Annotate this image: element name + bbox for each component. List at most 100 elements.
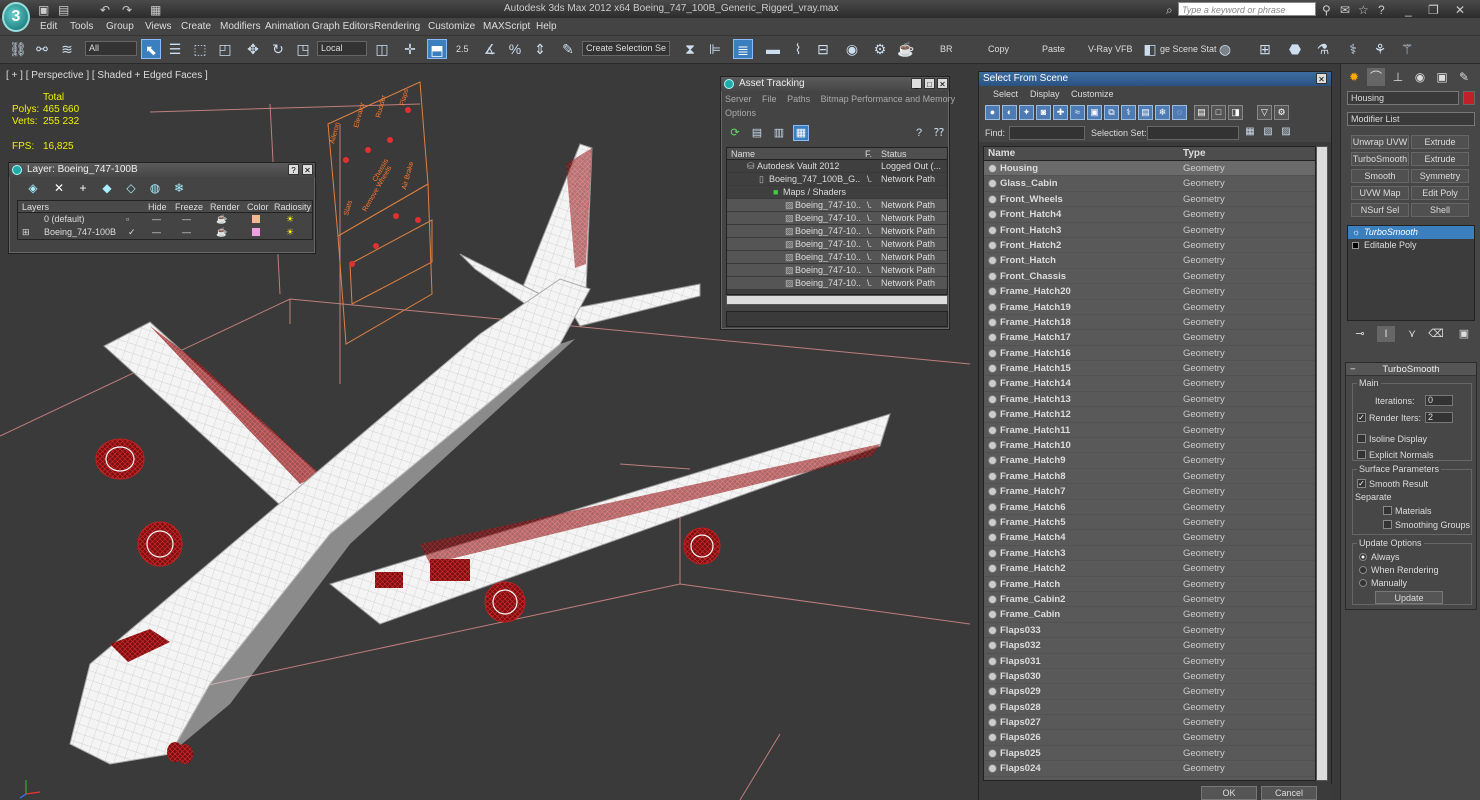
col-type[interactable]: Type	[1183, 148, 1206, 159]
asset-row[interactable]: ▨ Boeing_747-10... \. Network Path	[727, 251, 947, 264]
layer-hide-icon[interactable]: —	[152, 214, 161, 224]
minimize-button[interactable]: _	[911, 78, 922, 89]
object-row[interactable]: Flaps024 Geometry	[984, 761, 1315, 777]
select-from-scene-title-bar[interactable]: Select From Scene ✕	[979, 72, 1331, 86]
render-iters-spinner[interactable]: 2	[1425, 412, 1453, 423]
object-name-input[interactable]: Housing	[1347, 91, 1459, 105]
close-icon[interactable]: ✕	[1455, 1, 1465, 19]
layer-hide-icon[interactable]: —	[152, 227, 161, 237]
communication-icon[interactable]: ✉	[1340, 1, 1350, 19]
nsurf-sel-button[interactable]: NSurf Sel	[1351, 203, 1409, 217]
scale-icon[interactable]: ◳	[293, 39, 313, 59]
menu-tools[interactable]: Tools	[70, 21, 93, 32]
object-row[interactable]: Front_Wheels Geometry	[984, 192, 1315, 208]
col-render[interactable]: Render	[210, 202, 240, 212]
col-freeze[interactable]: Freeze	[175, 202, 203, 212]
delete-layer-icon[interactable]: ✕	[51, 181, 67, 195]
scene-states-icon[interactable]: ◧	[1140, 39, 1160, 59]
pin-stack-icon[interactable]: ⊸	[1351, 326, 1369, 342]
col-color[interactable]: Color	[247, 202, 269, 212]
object-row[interactable]: Flaps031 Geometry	[984, 654, 1315, 669]
hide-all-icon[interactable]: ◍	[147, 181, 163, 195]
table-view-icon[interactable]: ▦	[793, 125, 809, 141]
refresh-icon[interactable]: ⟳	[727, 125, 743, 141]
star-icon[interactable]: ☆	[1358, 1, 1369, 19]
edit-named-selection-icon[interactable]: ✎	[558, 39, 578, 59]
layer-radiosity-icon[interactable]: ☀	[286, 214, 294, 225]
project-folder-icon[interactable]: ▦	[150, 1, 161, 19]
close-button[interactable]: ✕	[1316, 73, 1327, 84]
window-crossing-icon[interactable]: ◰	[215, 39, 235, 59]
motion-tab-icon[interactable]: ◉	[1411, 68, 1429, 86]
set-add-icon[interactable]: ▦	[1243, 125, 1257, 139]
menu-customize[interactable]: Customize	[1071, 89, 1114, 99]
object-row[interactable]: Flaps028 Geometry	[984, 700, 1315, 716]
layer-render-icon[interactable]: ☕	[216, 227, 227, 238]
help-icon[interactable]: ?	[911, 125, 927, 141]
mirror-icon[interactable]: ⧗	[680, 39, 700, 59]
collapse-icon[interactable]: −	[1350, 363, 1356, 376]
asset-row[interactable]: ▨ Boeing_747-10... \. Network Path	[727, 264, 947, 277]
asset-row[interactable]: ■ Maps / Shaders	[727, 186, 947, 199]
menu-rendering[interactable]: Rendering	[374, 21, 420, 32]
object-row[interactable]: Housing Geometry	[984, 161, 1315, 177]
restore-icon[interactable]: ❐	[1428, 1, 1439, 19]
menu-modifiers[interactable]: Modifiers	[220, 21, 261, 32]
col-full-path[interactable]: F.	[865, 149, 872, 159]
hierarchy-tab-icon[interactable]: ⊥	[1389, 68, 1407, 86]
unlink-icon[interactable]: ⚯	[32, 39, 52, 59]
layer-radiosity-icon[interactable]: ☀	[286, 227, 294, 238]
object-row[interactable]: Front_Hatch Geometry	[984, 253, 1315, 269]
select-object-icon[interactable]: ⬉	[141, 39, 161, 59]
list-view-icon[interactable]: ▤	[749, 125, 765, 141]
create-tab-icon[interactable]: ✹	[1345, 68, 1363, 86]
object-row[interactable]: Frame_Hatch6 Geometry	[984, 500, 1315, 515]
context-help-icon[interactable]: ⁇	[931, 125, 947, 141]
menu-maxscript[interactable]: MAXScript	[483, 21, 530, 32]
display-none-icon[interactable]: □	[1211, 105, 1226, 120]
object-row[interactable]: Front_Chassis Geometry	[984, 269, 1315, 285]
modifier-list-dropdown[interactable]: Modifier List	[1347, 112, 1475, 126]
display-frozen-icon[interactable]: ❄	[1155, 105, 1170, 120]
stack-item-turbosmooth[interactable]: ☼ TurboSmooth	[1348, 226, 1474, 239]
find-input[interactable]	[1009, 126, 1085, 140]
highlight-layer-icon[interactable]: ◇	[123, 181, 139, 195]
asset-tracking-title-bar[interactable]: Asset Tracking _ □ ✕	[721, 77, 949, 91]
render-iters-checkbox[interactable]: ✓	[1357, 413, 1366, 422]
angle-snap-icon[interactable]: ∡	[480, 39, 500, 59]
align-icon[interactable]: ⊫	[705, 39, 725, 59]
col-name[interactable]: Name	[988, 148, 1015, 159]
col-hide[interactable]: Hide	[148, 202, 167, 212]
smooth-result-checkbox[interactable]: ✓	[1357, 479, 1366, 488]
filter-icon[interactable]: ▽	[1257, 105, 1272, 120]
app-logo[interactable]: 3	[2, 2, 30, 32]
close-button[interactable]: ✕	[937, 78, 948, 89]
keyboard-shortcut-override-icon[interactable]: ⬒	[427, 39, 447, 59]
viewport-label[interactable]: [ + ] [ Perspective ] [ Shaded + Edged F…	[6, 70, 208, 81]
layer-dialog-close-button[interactable]: ✕	[302, 164, 313, 175]
object-row[interactable]: Flaps027 Geometry	[984, 715, 1315, 731]
named-selection-dropdown[interactable]: Create Selection Se	[582, 41, 670, 56]
asset-row[interactable]: ▨ Boeing_747-10... \. Network Path	[727, 199, 947, 212]
set-select-icon[interactable]: ▨	[1279, 125, 1293, 139]
layer-manager-icon[interactable]: ≣	[733, 39, 753, 59]
object-row[interactable]: Frame_Hatch2 Geometry	[984, 561, 1315, 577]
object-row[interactable]: Frame_Hatch18 Geometry	[984, 315, 1315, 331]
bind-space-warp-icon[interactable]: ≋	[57, 39, 77, 59]
horizontal-scrollbar[interactable]	[726, 295, 948, 305]
menu-server[interactable]: Server	[725, 94, 752, 104]
filter-settings-icon[interactable]: ⚙	[1274, 105, 1289, 120]
minimize-icon[interactable]: _	[1405, 1, 1412, 19]
menu-edit[interactable]: Edit	[40, 21, 57, 32]
modify-tab-icon[interactable]: ⌒	[1367, 68, 1385, 86]
vray-vfb-button[interactable]: V-Ray VFB	[1088, 44, 1133, 54]
save-icon[interactable]: ▣	[38, 1, 49, 19]
select-manipulate-icon[interactable]: ✛	[400, 39, 420, 59]
smooth-button[interactable]: Smooth	[1351, 169, 1409, 183]
display-spacewarps-icon[interactable]: ≈	[1070, 105, 1085, 120]
select-by-name-icon[interactable]: ☰	[165, 39, 185, 59]
layer-name[interactable]: Boeing_747-100B	[44, 227, 116, 237]
when-rendering-radio[interactable]	[1359, 566, 1367, 574]
copy-button[interactable]: Copy	[988, 44, 1009, 54]
layer-freeze-icon[interactable]: —	[182, 214, 191, 224]
